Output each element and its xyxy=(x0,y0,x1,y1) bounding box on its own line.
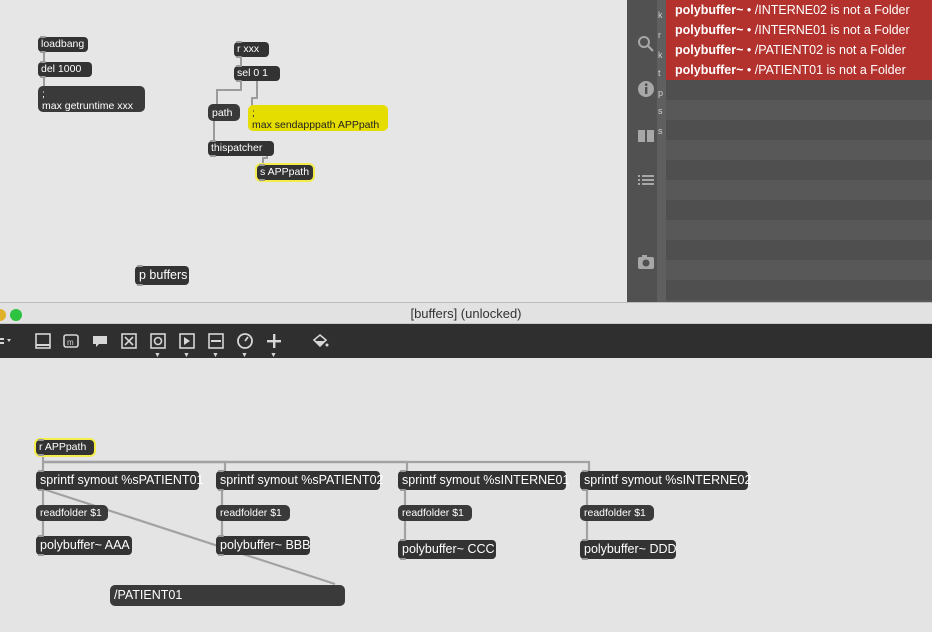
console-source: polybuffer~ xyxy=(675,63,744,77)
receive-xxx-object[interactable]: r xxx xyxy=(234,41,269,58)
send-apppath-object[interactable]: s APPpath xyxy=(257,164,313,181)
format-icon[interactable] xyxy=(311,332,329,350)
loadbang-object[interactable]: loadbang xyxy=(38,36,88,53)
max-console[interactable]: polybuffer~ • /INTERNE02 is not a Folder… xyxy=(666,0,932,302)
console-empty-row xyxy=(666,240,932,260)
readfolder-message[interactable]: readfolder $1 xyxy=(216,505,290,521)
list-icon[interactable] xyxy=(635,173,657,193)
add-icon[interactable]: ▼ xyxy=(265,332,283,359)
message-icon[interactable]: m xyxy=(62,332,80,350)
buffers-subpatcher[interactable]: p buffers xyxy=(135,265,189,286)
button-icon[interactable] xyxy=(120,332,138,350)
console-message: • /PATIENT01 is not a Folder xyxy=(746,63,906,77)
console-source: polybuffer~ xyxy=(675,23,744,37)
upper-patch-cords xyxy=(43,51,268,166)
console-empty-row xyxy=(666,120,932,140)
polybuffer-object[interactable]: polybuffer~ AAA xyxy=(36,535,132,556)
dial-icon[interactable]: ▼ xyxy=(236,332,254,359)
sendapppath-message[interactable]: ; max sendapppath APPpath xyxy=(248,105,388,131)
sprintf-object[interactable]: sprintf symout %sINTERNE01 xyxy=(398,470,569,491)
console-error-line[interactable]: polybuffer~ • /INTERNE02 is not a Folder xyxy=(666,0,932,20)
console-column-divider: k r k t p s s xyxy=(657,0,666,302)
polybuffer-object[interactable]: polybuffer~ DDD xyxy=(580,539,677,560)
console-empty-row xyxy=(666,140,932,160)
patcher-toolbar: m ▼ ▼ ▼ ▼ ▼ xyxy=(0,324,932,359)
console-error-line[interactable]: polybuffer~ • /PATIENT01 is not a Folder xyxy=(666,60,932,80)
snapshot-icon[interactable] xyxy=(635,254,657,274)
patient01-message[interactable]: /PATIENT01 xyxy=(110,585,345,606)
sprintf-object[interactable]: sprintf symout %sPATIENT01 xyxy=(36,470,203,491)
buffers-patcher-canvas[interactable]: r APPpath sprintf symout %sPATIENT01 rea… xyxy=(0,358,932,632)
slider-icon[interactable]: ▼ xyxy=(207,332,225,359)
presentation-icon[interactable] xyxy=(34,332,52,350)
receive-apppath-object[interactable]: r APPpath xyxy=(36,439,94,456)
svg-text:m: m xyxy=(67,338,74,347)
console-source: polybuffer~ xyxy=(675,3,744,17)
reference-icon[interactable] xyxy=(635,128,657,148)
console-empty-row xyxy=(666,160,932,180)
delay-object[interactable]: del 1000 xyxy=(38,61,92,78)
main-patcher-canvas[interactable]: loadbang del 1000 ; max getruntime xxx r… xyxy=(0,0,627,302)
select-object[interactable]: sel 0 1 xyxy=(234,65,280,82)
polybuffer-object[interactable]: polybuffer~ CCC xyxy=(398,539,496,560)
comment-icon[interactable] xyxy=(91,332,109,350)
path-message[interactable]: path xyxy=(208,104,240,121)
console-error-line[interactable]: polybuffer~ • /PATIENT02 is not a Folder xyxy=(666,40,932,60)
console-empty-row xyxy=(666,100,932,120)
window-titlebar[interactable]: [buffers] (unlocked) xyxy=(0,302,932,324)
sprintf-object[interactable]: sprintf symout %sINTERNE02 xyxy=(580,470,751,491)
console-empty-row xyxy=(666,220,932,240)
readfolder-message[interactable]: readfolder $1 xyxy=(580,505,654,521)
readfolder-message[interactable]: readfolder $1 xyxy=(398,505,472,521)
window-title: [buffers] (unlocked) xyxy=(410,306,522,321)
console-message: • /INTERNE01 is not a Folder xyxy=(746,23,910,37)
polybuffer-object[interactable]: polybuffer~ BBB xyxy=(216,535,310,556)
console-empty-row xyxy=(666,200,932,220)
console-empty-row xyxy=(666,260,932,280)
toggle-icon[interactable]: ▼ xyxy=(149,332,167,359)
console-empty-row xyxy=(666,280,932,300)
dropdown-caret-icon[interactable] xyxy=(0,332,14,350)
sprintf-object[interactable]: sprintf symout %sPATIENT02 xyxy=(216,470,383,491)
readfolder-message[interactable]: readfolder $1 xyxy=(36,505,108,521)
console-message: • /INTERNE02 is not a Folder xyxy=(746,3,910,17)
info-icon[interactable] xyxy=(635,80,657,100)
console-message: • /PATIENT02 is not a Folder xyxy=(746,43,906,57)
console-empty-row xyxy=(666,80,932,100)
thispatcher-object[interactable]: thispatcher xyxy=(208,140,274,157)
search-icon[interactable] xyxy=(635,35,657,55)
console-source: polybuffer~ xyxy=(675,43,744,57)
number-icon[interactable]: ▼ xyxy=(178,332,196,359)
console-empty-row xyxy=(666,180,932,200)
console-error-line[interactable]: polybuffer~ • /INTERNE01 is not a Folder xyxy=(666,20,932,40)
getruntime-message[interactable]: ; max getruntime xxx xyxy=(38,86,145,112)
